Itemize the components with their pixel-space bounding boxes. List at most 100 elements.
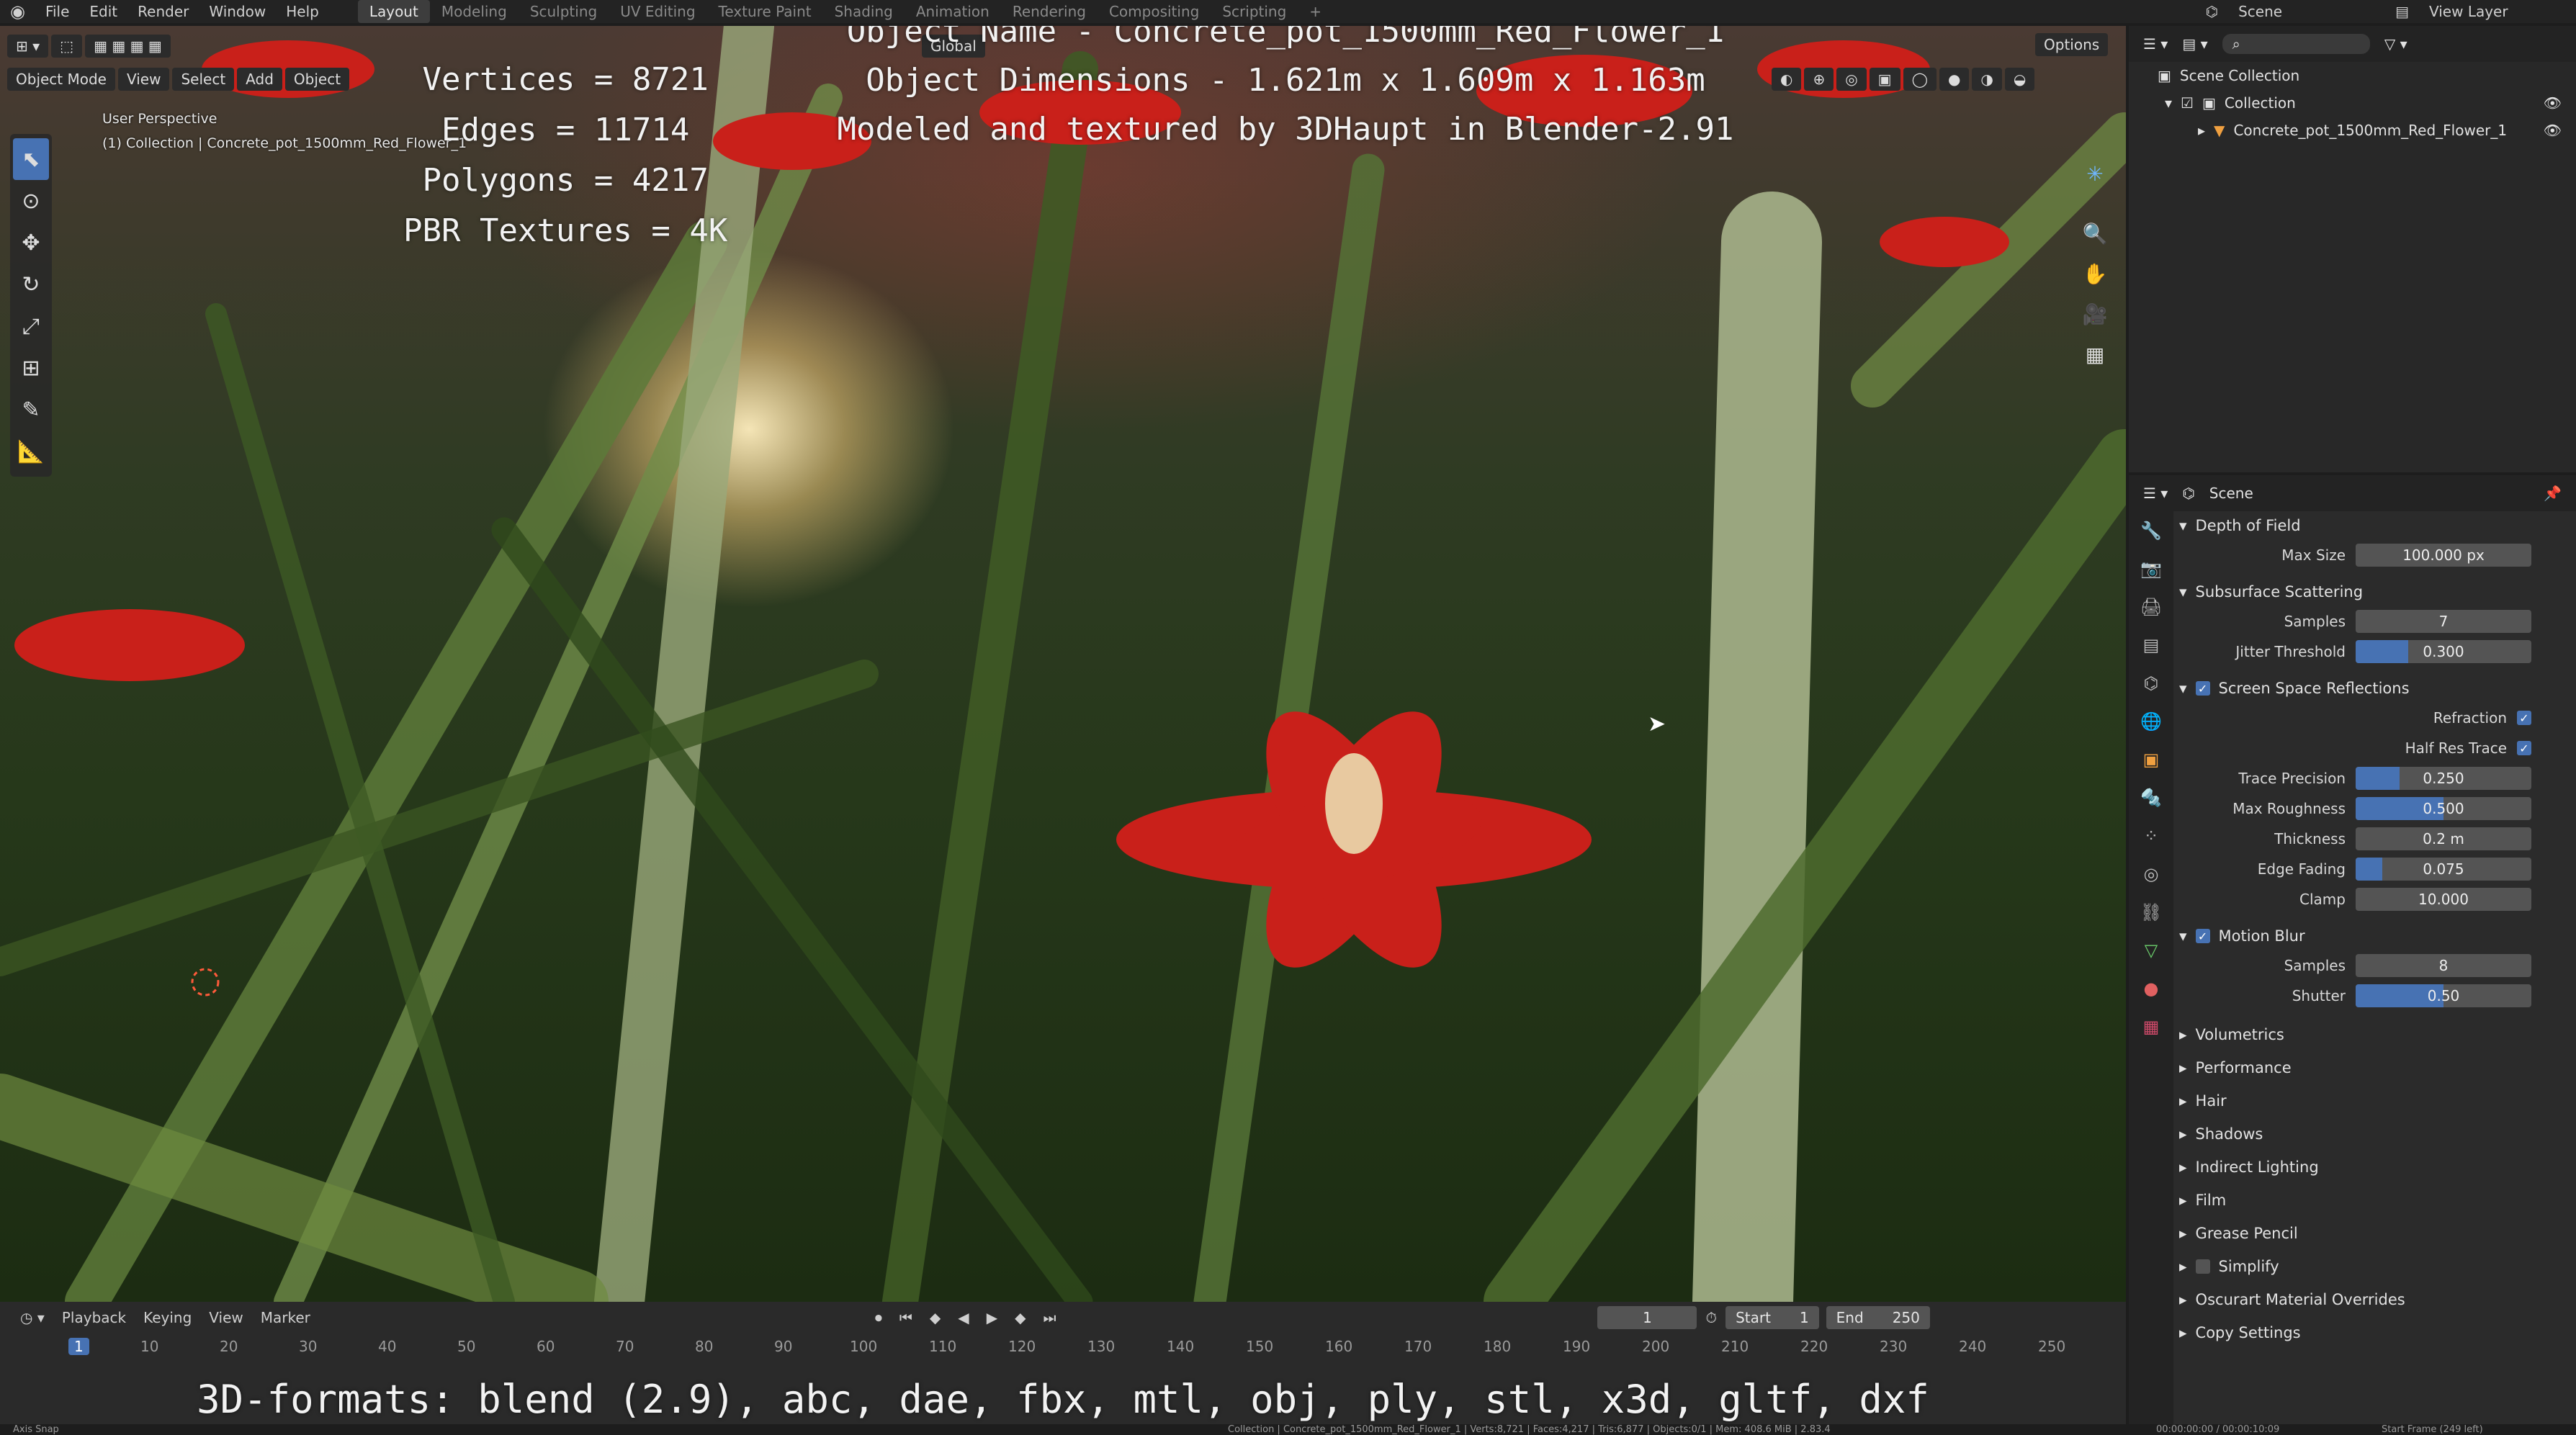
select-tool-icon[interactable]: ⬉ bbox=[13, 138, 49, 180]
simplify-checkbox[interactable] bbox=[2195, 1259, 2210, 1274]
workspace-tab-uv-editing[interactable]: UV Editing bbox=[609, 0, 706, 23]
output-tab-icon[interactable]: 🖨 bbox=[2135, 588, 2167, 626]
annotate-tool-icon[interactable]: ✎ bbox=[13, 389, 49, 431]
editor-type-icon[interactable]: ⊞ ▾ bbox=[7, 35, 49, 58]
viewport-menu-view[interactable]: View bbox=[118, 68, 170, 91]
half-res-trace-checkbox[interactable]: ✓ bbox=[2517, 741, 2531, 755]
checkbox-icon[interactable]: ☑ bbox=[2181, 94, 2194, 112]
material-tab-icon[interactable]: ● bbox=[2135, 969, 2167, 1007]
viewport-menu-select[interactable]: Select bbox=[172, 68, 235, 91]
play-reverse-icon[interactable]: ◀ bbox=[949, 1309, 977, 1326]
frame-ruler[interactable]: 1 10 20 30 40 50 60 70 80 90 100 110 120… bbox=[0, 1333, 2126, 1362]
pin-icon[interactable]: 📌 bbox=[2544, 485, 2562, 502]
play-icon[interactable]: ▶ bbox=[978, 1309, 1006, 1326]
section-grease-pencil[interactable]: ▸ Grease Pencil bbox=[2179, 1217, 2572, 1250]
menu-help[interactable]: Help bbox=[276, 3, 329, 20]
section-indirect-lighting[interactable]: ▸ Indirect Lighting bbox=[2179, 1151, 2572, 1184]
tool-tab-icon[interactable]: 🔧 bbox=[2135, 511, 2167, 549]
section-copy-settings[interactable]: ▸ Copy Settings bbox=[2179, 1316, 2572, 1349]
overlay-toggle-icon[interactable]: ◎ bbox=[1836, 68, 1867, 91]
section-depth-of-field[interactable]: ▾ Depth of Field bbox=[2179, 511, 2572, 540]
world-tab-icon[interactable]: 🌐 bbox=[2135, 702, 2167, 740]
data-tab-icon[interactable]: ▽ bbox=[2135, 931, 2167, 969]
workspace-tab-texture-paint[interactable]: Texture Paint bbox=[707, 0, 823, 23]
shading-rendered-icon[interactable]: ◒ bbox=[2004, 68, 2035, 91]
section-shadows[interactable]: ▸ Shadows bbox=[2179, 1117, 2572, 1151]
xray-icon[interactable]: ▣ bbox=[1869, 68, 1900, 91]
timeline-menu-keying[interactable]: Keying bbox=[135, 1309, 200, 1326]
properties-editor-type-icon[interactable]: ☰ ▾ bbox=[2143, 485, 2168, 502]
timeline-menu-playback[interactable]: Playback bbox=[53, 1309, 135, 1326]
record-icon[interactable]: ⏺ bbox=[866, 1309, 891, 1326]
rotate-tool-icon[interactable]: ↻ bbox=[13, 264, 49, 305]
view-layer-tab-icon[interactable]: ▤ bbox=[2135, 626, 2167, 664]
scene-name[interactable]: Scene bbox=[2228, 3, 2385, 20]
options-dropdown[interactable]: Options bbox=[2035, 33, 2109, 56]
visibility-icon[interactable]: ◐ bbox=[1772, 68, 1802, 91]
next-keyframe-icon[interactable]: ◆ bbox=[1006, 1309, 1034, 1326]
menu-window[interactable]: Window bbox=[199, 3, 276, 20]
menu-render[interactable]: Render bbox=[127, 3, 199, 20]
eye-visibility-icon[interactable]: 👁 bbox=[2544, 94, 2562, 112]
jump-start-icon[interactable]: ⏮ bbox=[891, 1309, 921, 1326]
clamp-field[interactable]: 10.000 bbox=[2356, 888, 2531, 911]
view-layer-icon[interactable]: ▤ bbox=[2385, 3, 2419, 20]
texture-tab-icon[interactable]: ▦ bbox=[2135, 1007, 2167, 1045]
filter-icon[interactable]: ▽ ▾ bbox=[2384, 35, 2407, 53]
particles-tab-icon[interactable]: ⁘ bbox=[2135, 817, 2167, 855]
workspace-tab-shading[interactable]: Shading bbox=[823, 0, 905, 23]
outliner-editor-type-icon[interactable]: ☰ ▾ bbox=[2143, 35, 2168, 53]
max-size-field[interactable]: 100.000 px bbox=[2356, 544, 2531, 567]
eye-visibility-icon[interactable]: 👁 bbox=[2544, 122, 2562, 139]
workspace-tab-animation[interactable]: Animation bbox=[905, 0, 1001, 23]
thickness-field[interactable]: 0.2 m bbox=[2356, 827, 2531, 850]
shutter-slider[interactable]: 0.50 bbox=[2356, 984, 2531, 1007]
select-box-icon[interactable]: ⬚ bbox=[51, 35, 83, 58]
workspace-tab-layout[interactable]: Layout bbox=[357, 0, 430, 23]
render-tab-icon[interactable]: 📷 bbox=[2135, 549, 2167, 588]
section-hair[interactable]: ▸ Hair bbox=[2179, 1084, 2572, 1117]
view-layer-name[interactable]: View Layer bbox=[2419, 3, 2576, 20]
axis-gizmo-icon[interactable]: ✳ bbox=[2078, 134, 2111, 213]
shading-solid-icon[interactable]: ● bbox=[1939, 68, 1970, 91]
section-motion-blur[interactable]: ▾ ✓ Motion Blur bbox=[2179, 922, 2572, 950]
workspace-tab-modeling[interactable]: Modeling bbox=[430, 0, 519, 23]
scale-tool-icon[interactable]: ⤢ bbox=[13, 305, 49, 347]
current-frame-field[interactable]: 1 bbox=[1597, 1306, 1697, 1329]
gizmo-toggle-icon[interactable]: ⊕ bbox=[1804, 68, 1834, 91]
jitter-threshold-slider[interactable]: 0.300 bbox=[2356, 640, 2531, 663]
stopwatch-icon[interactable]: ⏱ bbox=[1697, 1309, 1725, 1326]
motion-blur-checkbox[interactable]: ✓ bbox=[2195, 929, 2210, 943]
timeline-editor-type-icon[interactable]: ◷ ▾ bbox=[12, 1309, 53, 1326]
menu-file[interactable]: File bbox=[35, 3, 79, 20]
outliner-search-icon[interactable]: ⌕ bbox=[2222, 34, 2370, 54]
workspace-tab-rendering[interactable]: Rendering bbox=[1001, 0, 1098, 23]
refraction-checkbox[interactable]: ✓ bbox=[2517, 711, 2531, 725]
physics-tab-icon[interactable]: ◎ bbox=[2135, 855, 2167, 893]
add-workspace-icon[interactable]: + bbox=[1298, 0, 1333, 23]
section-performance[interactable]: ▸ Performance bbox=[2179, 1051, 2572, 1084]
outliner-row-collection[interactable]: ▾ ☑ ▣ Collection 👁 bbox=[2129, 89, 2576, 117]
3d-viewport[interactable]: ⊞ ▾ ⬚ ▦ ▦ ▦ ▦ Object Mode View Select Ad… bbox=[0, 26, 2126, 1302]
section-subsurface-scattering[interactable]: ▾ Subsurface Scattering bbox=[2179, 577, 2572, 606]
section-screen-space-reflections[interactable]: ▾ ✓ Screen Space Reflections bbox=[2179, 674, 2572, 703]
cursor-tool-icon[interactable]: ⊙ bbox=[13, 180, 49, 222]
blender-logo-icon[interactable]: ◉ bbox=[0, 1, 35, 22]
shading-material-icon[interactable]: ◑ bbox=[1972, 68, 2002, 91]
workspace-tab-scripting[interactable]: Scripting bbox=[1211, 0, 1298, 23]
selection-mode-icons[interactable]: ▦ ▦ ▦ ▦ bbox=[85, 35, 171, 58]
modifier-tab-icon[interactable]: 🔩 bbox=[2135, 778, 2167, 817]
zoom-icon[interactable]: 🔍 bbox=[2078, 213, 2111, 253]
expand-arrow-icon[interactable]: ▸ bbox=[2198, 122, 2205, 139]
outliner-row-object[interactable]: ▸ ▼ Concrete_pot_1500mm_Red_Flower_1 👁 bbox=[2129, 117, 2576, 144]
end-frame-field[interactable]: End 250 bbox=[1826, 1306, 1930, 1329]
edge-fading-slider[interactable]: 0.075 bbox=[2356, 858, 2531, 881]
ortho-grid-icon[interactable]: ▦ bbox=[2078, 334, 2111, 374]
workspace-tab-compositing[interactable]: Compositing bbox=[1098, 0, 1211, 23]
scene-selector-icon[interactable]: ⌬ bbox=[2196, 3, 2228, 20]
transform-tool-icon[interactable]: ⊞ bbox=[13, 347, 49, 389]
constraints-tab-icon[interactable]: ⛓ bbox=[2135, 893, 2167, 931]
menu-edit[interactable]: Edit bbox=[79, 3, 127, 20]
jump-end-icon[interactable]: ⏭ bbox=[1034, 1309, 1064, 1326]
motion-blur-samples-field[interactable]: 8 bbox=[2356, 954, 2531, 977]
